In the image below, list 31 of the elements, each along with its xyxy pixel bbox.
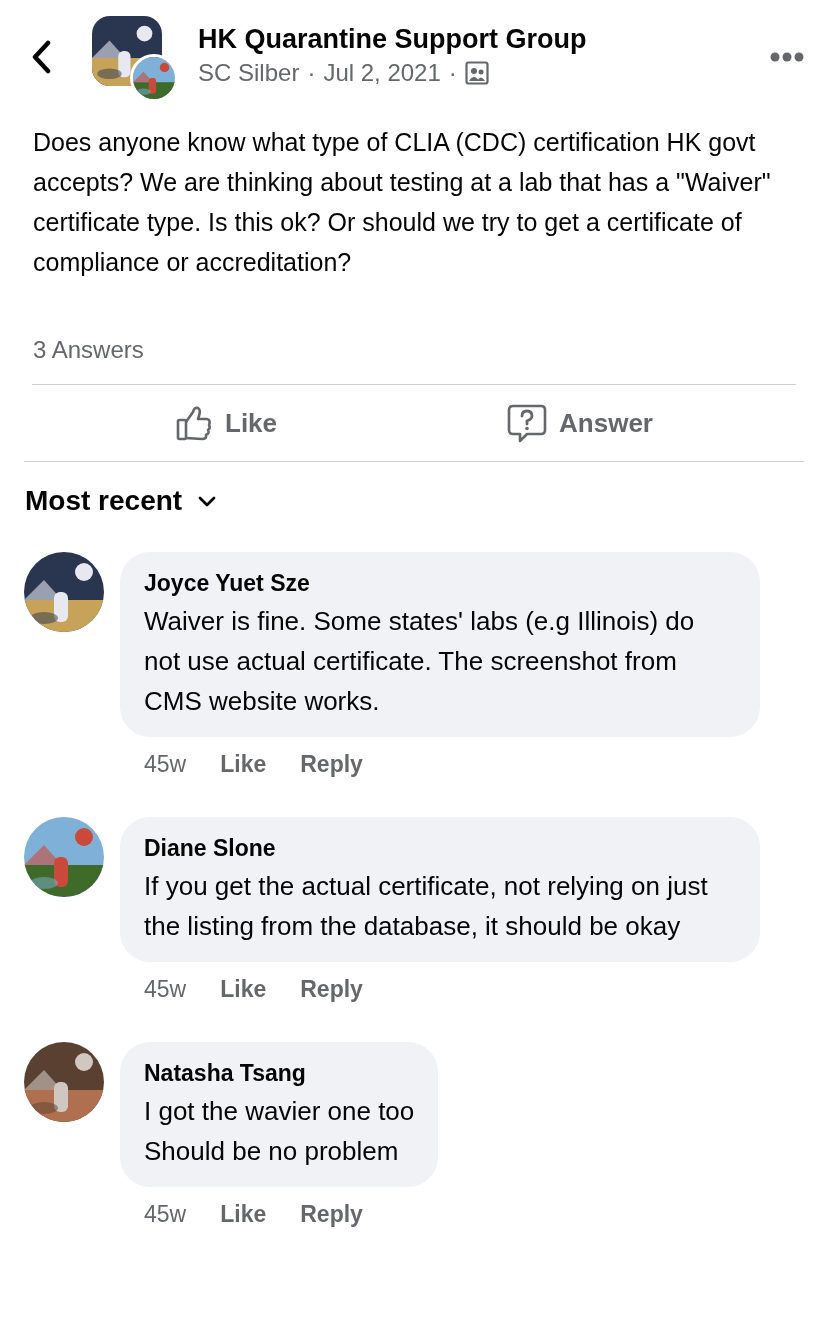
reply-link[interactable]: Reply — [300, 746, 363, 781]
post-text: Does anyone know what type of CLIA (CDC) certification HK govt accepts? We are thinking about testing at a lab that has a "Waiver" certificate type. Is this ok? Or should we try to get a certificate of compliance or accreditation? — [32, 127, 772, 278]
separator: · — [448, 58, 457, 89]
sort-dropdown[interactable]: Most recent — [25, 480, 217, 522]
like-link[interactable]: Like — [220, 1196, 267, 1231]
group-name[interactable]: HK Quarantine Support Group — [198, 22, 754, 56]
answers-count[interactable]: 3 Answers — [0, 282, 828, 384]
comment-text: If you get the actual certificate, not relying on just the listing from the database, it should be okay — [144, 869, 709, 943]
commenter-name[interactable]: Natasha Tsang — [144, 1056, 415, 1091]
commenter-name[interactable]: Joyce Yuet Sze — [144, 566, 736, 601]
post-date[interactable]: Jul 2, 2021 — [323, 55, 441, 92]
comment-text: I got the wavier one too Should be no problem — [144, 1094, 415, 1168]
chevron-down-icon — [198, 495, 217, 507]
like-link[interactable]: Like — [220, 746, 267, 781]
comment-text: Waiver is fine. Some states' labs (e.g Illinois) do not use actual certificate. The screenshot from CMS website works. — [144, 604, 696, 718]
commenter-name[interactable]: Diane Slone — [144, 831, 736, 866]
answer-button[interactable]: Answer — [487, 393, 673, 453]
like-button[interactable]: Like — [155, 393, 298, 453]
separator: · — [307, 58, 316, 89]
reply-link[interactable]: Reply — [300, 971, 363, 1006]
comment-age: 45w — [144, 1199, 187, 1229]
thumbs-up-icon — [175, 404, 213, 442]
back-icon[interactable] — [30, 40, 52, 74]
group-icon — [464, 61, 489, 86]
comment-age: 45w — [144, 749, 187, 779]
comment-age: 45w — [144, 974, 187, 1004]
author-name[interactable]: SC Silber — [198, 55, 300, 92]
reply-link[interactable]: Reply — [300, 1196, 363, 1231]
more-icon[interactable] — [770, 52, 804, 62]
question-bubble-icon — [507, 403, 548, 443]
like-link[interactable]: Like — [220, 971, 267, 1006]
